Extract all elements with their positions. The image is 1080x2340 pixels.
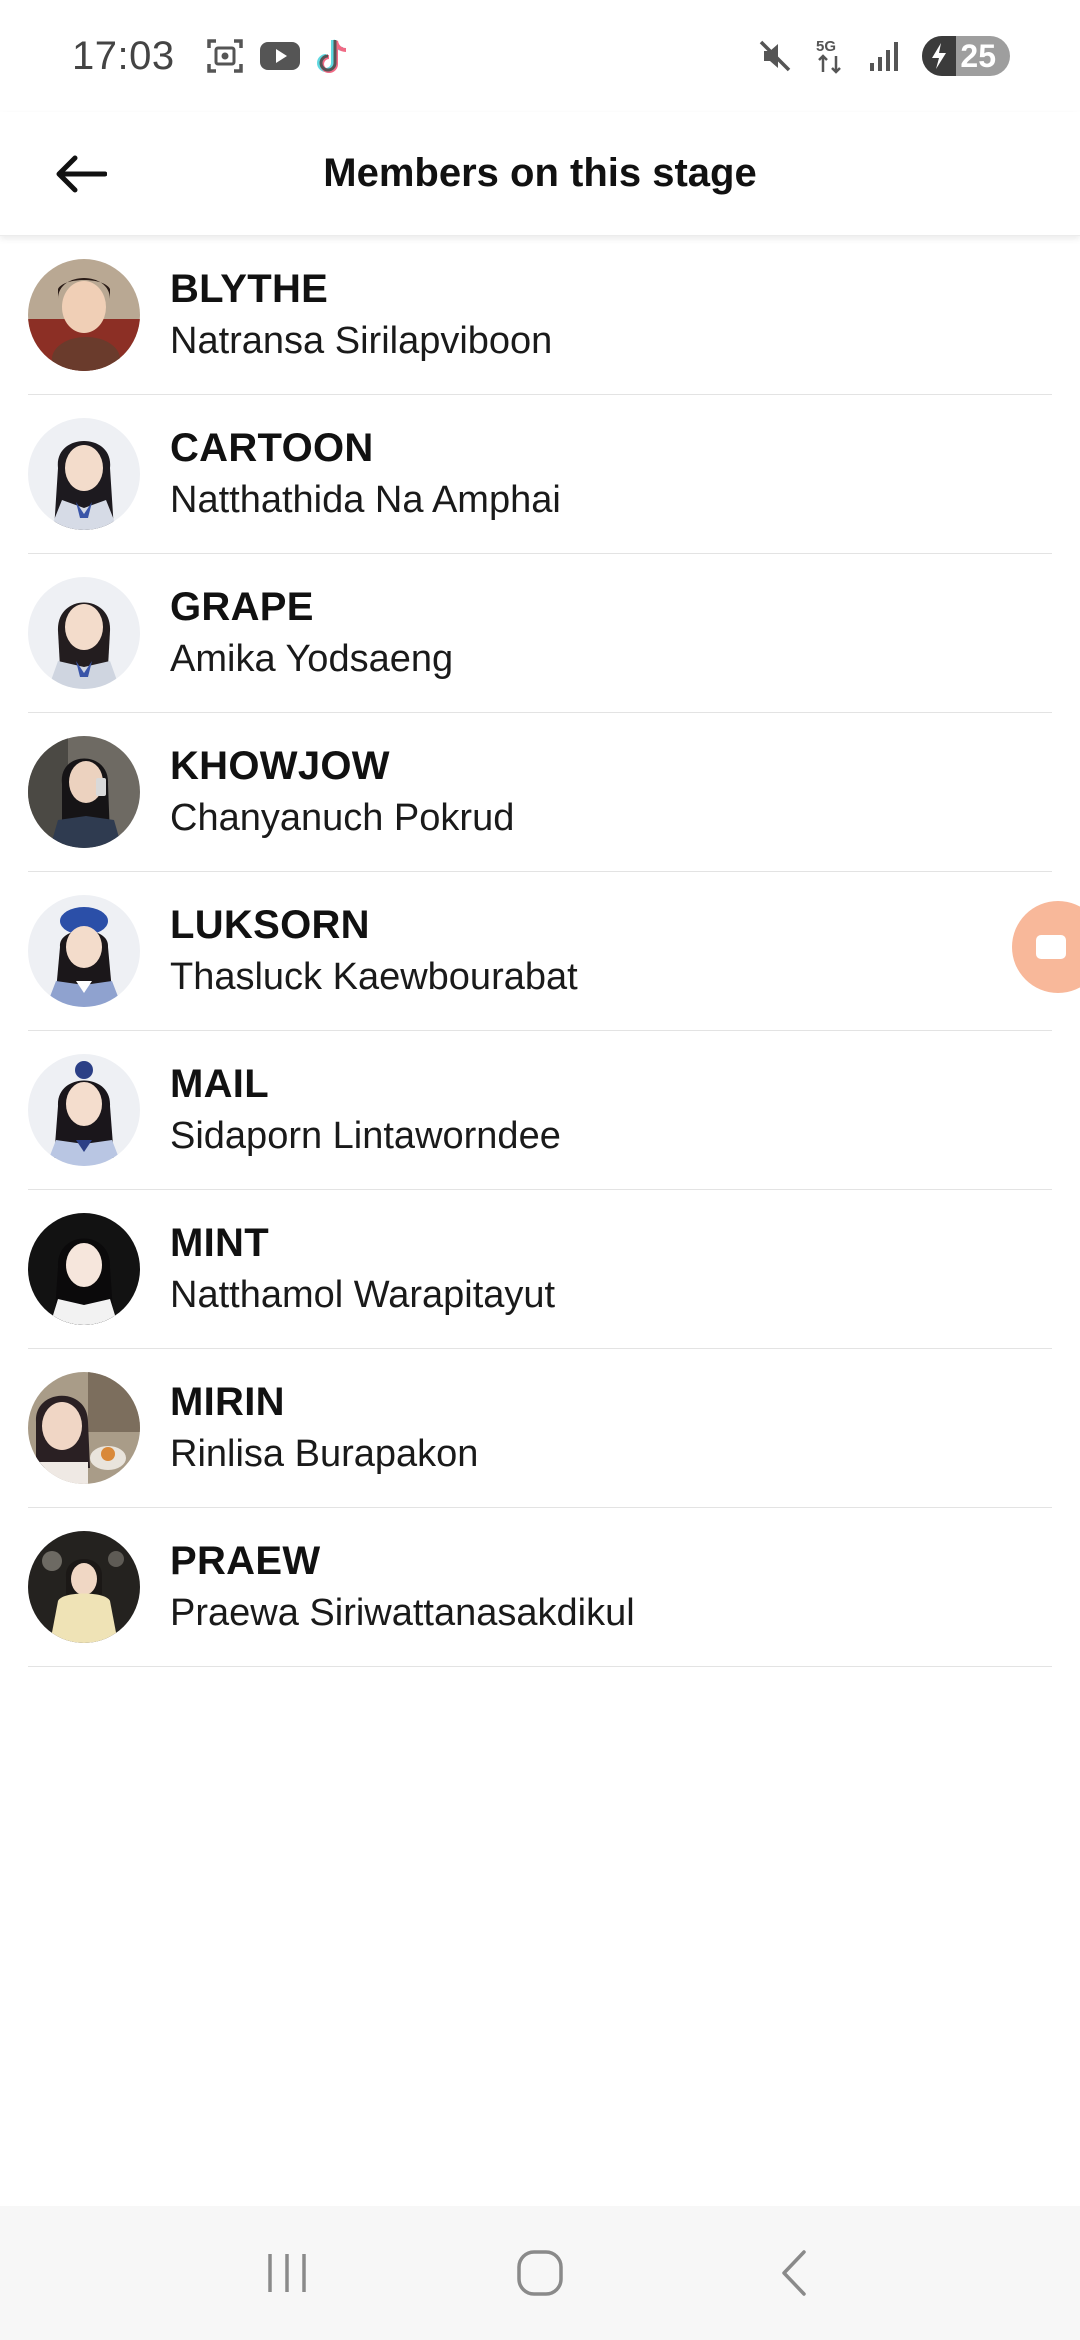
notification-icons [205, 36, 351, 76]
avatar [28, 577, 140, 689]
member-nickname: MAIL [170, 1062, 269, 1106]
member-row-grape[interactable]: GRAPE Amika Yodsaeng [28, 554, 1052, 713]
member-text: GRAPE Amika Yodsaeng [170, 585, 453, 681]
avatar [28, 1531, 140, 1643]
member-row-mint[interactable]: MINT Natthamol Warapitayut [28, 1190, 1052, 1349]
member-full-name: Natransa Sirilapviboon [170, 320, 553, 362]
member-row-cartoon[interactable]: CARTOON Natthathida Na Amphai [28, 395, 1052, 554]
back-button[interactable] [40, 134, 120, 214]
avatar [28, 418, 140, 530]
member-full-name: Natthamol Warapitayut [170, 1274, 556, 1316]
member-nickname: MIRIN [170, 1380, 285, 1424]
member-full-name: Rinlisa Burapakon [170, 1433, 479, 1475]
member-text: CARTOON Natthathida Na Amphai [170, 426, 561, 522]
home-button[interactable] [490, 2223, 590, 2323]
member-text: PRAEW Praewa Siriwattanasakdikul [170, 1539, 635, 1635]
status-time: 17:03 [72, 33, 175, 78]
avatar [28, 1372, 140, 1484]
charging-bolt-icon [922, 36, 957, 76]
member-row-khowjow[interactable]: KHOWJOW Chanyanuch Pokrud [28, 713, 1052, 872]
member-row-praew[interactable]: PRAEW Praewa Siriwattanasakdikul [28, 1508, 1052, 1667]
avatar [28, 895, 140, 1007]
status-bar: 17:03 5G 25 [0, 0, 1080, 112]
battery-level: 25 [960, 37, 996, 74]
member-text: MAIL Sidaporn Lintaworndee [170, 1062, 561, 1158]
member-full-name: Sidaporn Lintaworndee [170, 1115, 561, 1157]
member-row-luksorn[interactable]: LUKSORN Thasluck Kaewbourabat [28, 872, 1052, 1031]
avatar [28, 736, 140, 848]
back-icon [782, 2250, 807, 2296]
home-icon [517, 2250, 563, 2296]
member-full-name: Thasluck Kaewbourabat [170, 956, 578, 998]
member-text: MIRIN Rinlisa Burapakon [170, 1380, 478, 1476]
member-list: BLYTHE Natransa Sirilapviboon CARTOON Na… [0, 236, 1080, 1667]
member-text: LUKSORN Thasluck Kaewbourabat [170, 903, 578, 999]
system-back-button[interactable] [743, 2223, 843, 2323]
mute-icon [756, 37, 794, 75]
screen: 17:03 5G 25 Members on this stage BLYTHE… [0, 0, 1080, 2340]
member-nickname: LUKSORN [170, 903, 370, 947]
battery-indicator: 25 [922, 36, 1010, 76]
avatar [28, 1213, 140, 1325]
member-full-name: Natthathida Na Amphai [170, 479, 561, 521]
member-full-name: Chanyanuch Pokrud [170, 797, 515, 839]
member-nickname: KHOWJOW [170, 744, 390, 788]
video-camera-icon [1036, 935, 1066, 959]
member-row-mirin[interactable]: MIRIN Rinlisa Burapakon [28, 1349, 1052, 1508]
network-label: 5G [816, 38, 836, 55]
screenshot-icon [205, 36, 245, 76]
status-right: 5G 25 [756, 36, 1010, 76]
youtube-icon [259, 40, 301, 72]
member-nickname: CARTOON [170, 426, 374, 470]
signal-icon [868, 39, 902, 73]
member-row-mail[interactable]: MAIL Sidaporn Lintaworndee [28, 1031, 1052, 1190]
member-full-name: Amika Yodsaeng [170, 638, 454, 680]
tiktok-icon [315, 36, 351, 76]
arrow-left-icon [56, 155, 107, 193]
avatar [28, 259, 140, 371]
status-left: 17:03 [72, 34, 351, 79]
system-nav-bar [0, 2206, 1080, 2340]
member-nickname: GRAPE [170, 585, 314, 629]
page-title: Members on this stage [323, 151, 757, 195]
member-nickname: PRAEW [170, 1539, 321, 1583]
recent-apps-icon [267, 2254, 306, 2292]
member-text: MINT Natthamol Warapitayut [170, 1221, 555, 1317]
app-header: Members on this stage [0, 112, 1080, 236]
avatar [28, 1054, 140, 1166]
5g-icon: 5G [814, 36, 848, 76]
member-nickname: BLYTHE [170, 267, 329, 311]
member-row-blythe[interactable]: BLYTHE Natransa Sirilapviboon [28, 236, 1052, 395]
member-nickname: MINT [170, 1221, 269, 1265]
member-full-name: Praewa Siriwattanasakdikul [170, 1592, 635, 1634]
member-text: BLYTHE Natransa Sirilapviboon [170, 267, 552, 363]
recent-apps-button[interactable] [237, 2223, 337, 2323]
member-text: KHOWJOW Chanyanuch Pokrud [170, 744, 514, 840]
